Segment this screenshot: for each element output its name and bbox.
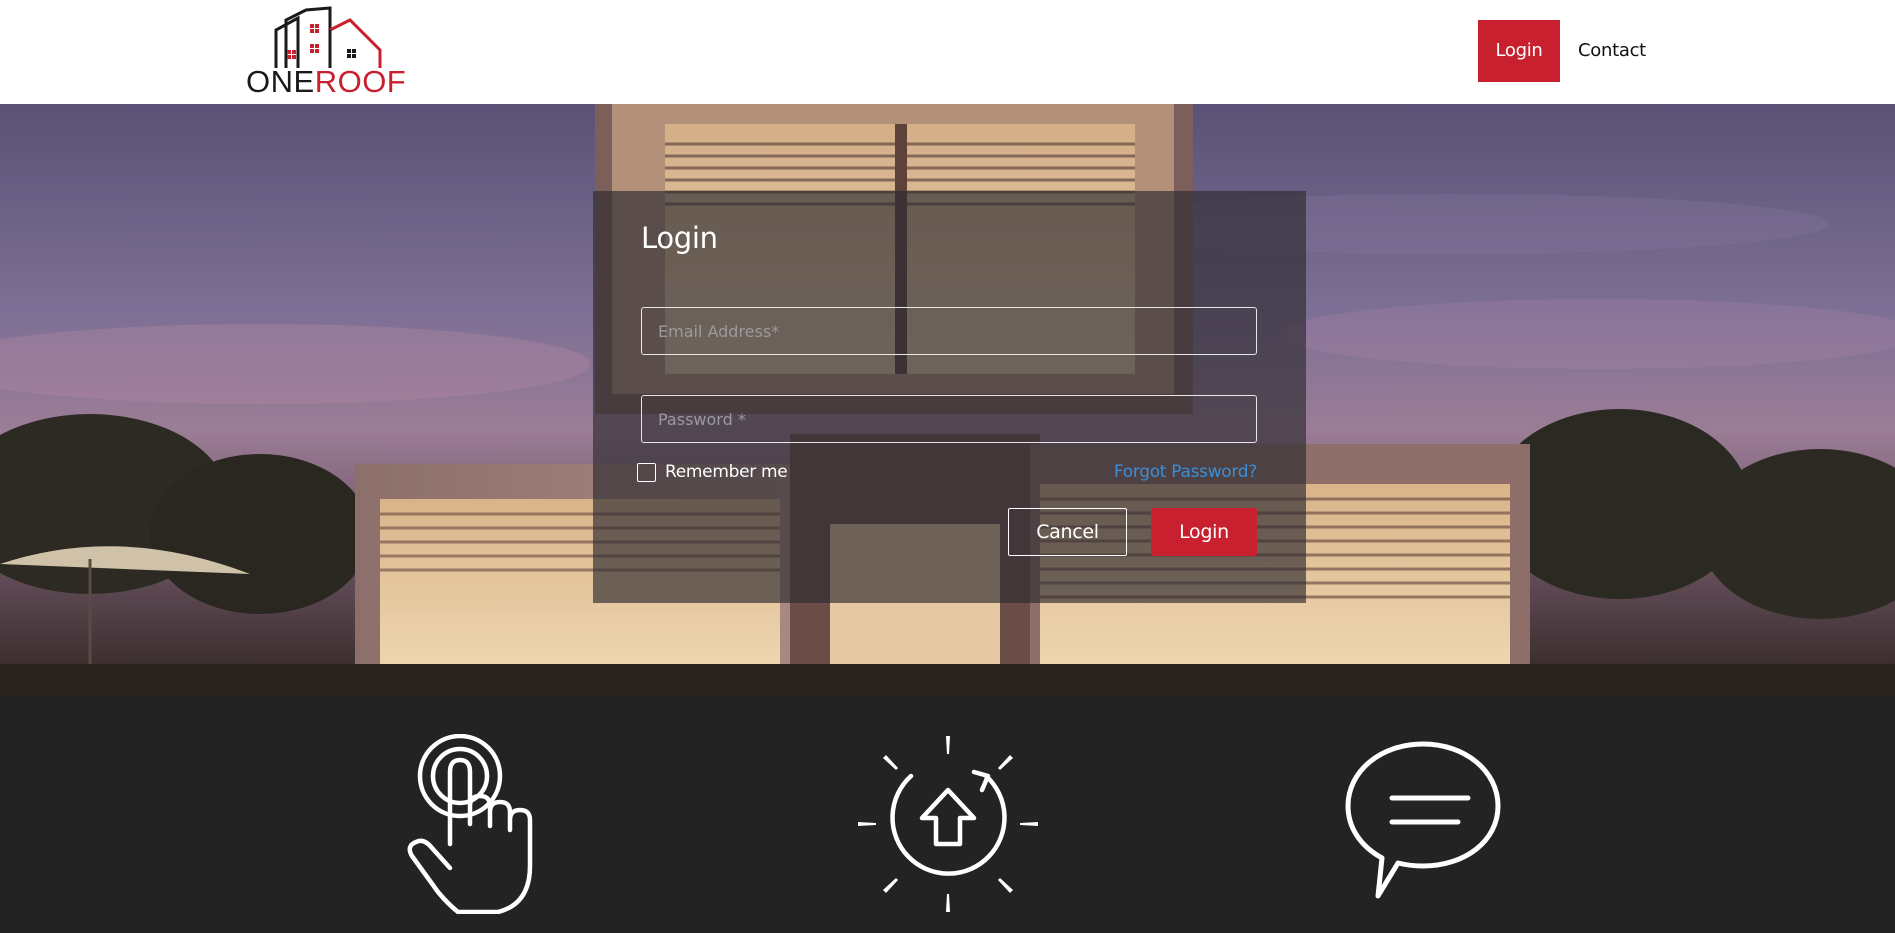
- login-submit-button[interactable]: Login: [1151, 508, 1257, 556]
- forgot-password-link[interactable]: Forgot Password?: [1114, 462, 1257, 482]
- features-strip: [0, 696, 1895, 933]
- oneroof-logo[interactable]: ONEROOF: [246, 6, 414, 99]
- chat-bubble-icon: [1345, 741, 1501, 899]
- login-title: Login: [641, 221, 718, 255]
- remember-me-row: Remember me: [637, 461, 788, 483]
- nav-contact-link[interactable]: Contact: [1578, 20, 1646, 82]
- house-skyline-icon: [274, 6, 382, 68]
- remember-me-checkbox[interactable]: [637, 462, 656, 482]
- tap-hand-icon: [407, 734, 533, 914]
- remember-me-label[interactable]: Remember me: [665, 462, 788, 482]
- login-panel: Login Remember me Forgot Password? Cance…: [593, 191, 1306, 603]
- cancel-button[interactable]: Cancel: [1008, 508, 1127, 556]
- site-header: ONEROOF Login Contact: [0, 0, 1895, 104]
- email-input[interactable]: [641, 307, 1257, 355]
- upload-sunburst-icon: [858, 736, 1038, 912]
- hero-background: Login Remember me Forgot Password? Cance…: [0, 104, 1895, 696]
- nav-login-button[interactable]: Login: [1478, 20, 1560, 82]
- password-input[interactable]: [641, 395, 1257, 443]
- logo-wordmark: ONEROOF: [246, 64, 407, 99]
